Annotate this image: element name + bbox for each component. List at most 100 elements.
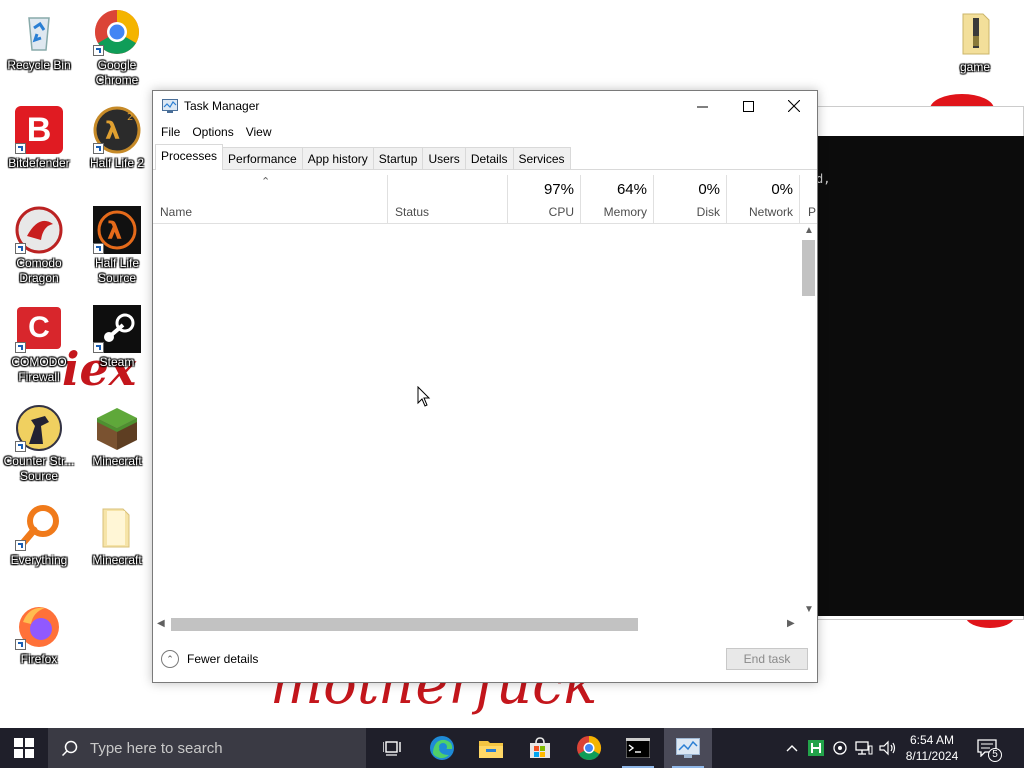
taskbar-file-explorer[interactable]	[467, 728, 515, 768]
column-cpu[interactable]: 97% CPU	[508, 175, 581, 223]
task-manager-icon	[676, 738, 700, 758]
start-button[interactable]	[0, 728, 48, 768]
desktop-icon-comodo-dragon[interactable]: Comodo Dragon	[0, 206, 78, 286]
taskbar-clock[interactable]: 6:54 AM 8/11/2024	[896, 728, 968, 768]
desktop-icon-minecraft-folder[interactable]: Minecraft	[78, 503, 156, 568]
task-manager-window[interactable]: Task Manager File Options View Processes…	[152, 90, 818, 683]
desktop-icon-label: Recycle Bin	[7, 58, 71, 72]
desktop-icon-half-life-source[interactable]: λ Half Life Source	[78, 206, 156, 286]
taskbar-search-box[interactable]: Type here to search	[48, 728, 366, 768]
counter-strike-icon	[15, 404, 63, 452]
column-name[interactable]: ⌃ Name	[153, 175, 388, 223]
horizontal-scroll-thumb[interactable]	[171, 618, 638, 631]
desktop-icon-label: Half Life 2	[89, 156, 145, 170]
desktop-icon-half-life-2[interactable]: λ2 Half Life 2	[78, 106, 156, 171]
tab-services[interactable]: Services	[512, 147, 571, 169]
shortcut-arrow-icon	[93, 342, 104, 353]
svg-text:λ: λ	[107, 217, 122, 245]
horizontal-scrollbar[interactable]: ◀ ▶	[153, 616, 801, 633]
comodo-firewall-icon: C	[15, 305, 63, 353]
firefox-icon	[15, 602, 63, 650]
fewer-details-button[interactable]: ⌃ Fewer details	[161, 650, 258, 668]
desktop-icon-steam[interactable]: Steam	[78, 305, 156, 370]
half-life-2-icon: λ2	[93, 106, 141, 154]
desktop-icon-game[interactable]: game	[936, 10, 1014, 75]
menu-options[interactable]: Options	[186, 125, 239, 139]
column-network[interactable]: 0% Network	[727, 175, 800, 223]
desktop-icon-label: Firefox	[20, 652, 58, 666]
background-console[interactable]: d,	[816, 136, 1024, 616]
disk-percent: 0%	[698, 181, 720, 198]
tray-app-shield[interactable]	[830, 728, 850, 768]
network-icon	[855, 741, 873, 755]
vertical-scroll-thumb[interactable]	[802, 240, 815, 296]
disk-label: Disk	[696, 205, 720, 219]
volume-icon	[879, 740, 896, 756]
taskbar-chrome[interactable]	[565, 728, 613, 768]
desktop-icon-firefox[interactable]: Firefox	[0, 602, 78, 667]
desktop-icon-comodo-firewall[interactable]: C COMODO Firewall	[0, 305, 78, 385]
desktop-icon-recycle-bin[interactable]: Recycle Bin	[0, 8, 78, 73]
memory-percent: 64%	[616, 181, 647, 198]
taskbar-command-prompt[interactable]	[614, 728, 662, 768]
menu-view[interactable]: View	[240, 125, 278, 139]
desktop-icon-label: Counter Str... Source	[3, 454, 75, 483]
tab-details[interactable]: Details	[464, 147, 514, 169]
tab-performance[interactable]: Performance	[222, 147, 303, 169]
desktop-icon-label: game	[959, 60, 991, 74]
desktop-icon-bitdefender[interactable]: B Bitdefender	[0, 106, 78, 171]
scroll-up-arrow-icon[interactable]: ▲	[804, 225, 814, 236]
column-memory[interactable]: 64% Memory	[581, 175, 654, 223]
vertical-scrollbar[interactable]: ▲ ▼	[801, 224, 817, 616]
scroll-down-arrow-icon[interactable]: ▼	[804, 604, 814, 615]
task-view-button[interactable]	[368, 728, 416, 768]
clock-time: 6:54 AM	[909, 733, 955, 747]
chrome-icon	[93, 8, 141, 56]
task-view-icon	[383, 741, 401, 756]
action-center-button[interactable]: 5	[972, 728, 1002, 768]
desktop-icon-google-chrome[interactable]: Google Chrome	[78, 8, 156, 88]
taskbar-task-manager[interactable]	[664, 728, 712, 768]
tab-strip: Processes Performance App history Startu…	[153, 143, 817, 170]
svg-text:2: 2	[127, 112, 133, 123]
column-disk[interactable]: 0% Disk	[654, 175, 727, 223]
shortcut-arrow-icon	[15, 243, 26, 254]
tab-app-history[interactable]: App history	[301, 147, 374, 169]
process-list[interactable]	[153, 224, 801, 616]
tray-network[interactable]	[854, 728, 874, 768]
desktop-icon-everything[interactable]: Everything	[0, 503, 78, 568]
scroll-right-arrow-icon[interactable]: ▶	[787, 618, 795, 629]
column-status[interactable]: Status	[388, 175, 508, 223]
desktop-icon-counter-strike-source[interactable]: Counter Str... Source	[0, 404, 78, 484]
maximize-button[interactable]	[725, 91, 771, 121]
scroll-left-arrow-icon[interactable]: ◀	[157, 618, 165, 629]
column-name-label: Name	[160, 205, 193, 219]
fewer-details-label: Fewer details	[187, 652, 259, 666]
end-task-button[interactable]: End task	[726, 648, 808, 670]
tray-volume[interactable]	[878, 728, 898, 768]
taskbar-edge[interactable]	[418, 728, 466, 768]
tray-app-h[interactable]	[806, 728, 826, 768]
network-label: Network	[748, 205, 793, 219]
menu-file[interactable]: File	[155, 125, 186, 139]
taskbar-store[interactable]	[516, 728, 564, 768]
minimize-button[interactable]	[679, 91, 725, 121]
search-icon	[62, 740, 78, 756]
tab-users[interactable]: Users	[422, 147, 466, 169]
desktop-icon-label: COMODO Firewall	[11, 355, 67, 384]
file-explorer-icon	[479, 741, 503, 758]
shortcut-arrow-icon	[15, 143, 26, 154]
desktop-icon-label: Everything	[10, 553, 68, 567]
desktop-icon-minecraft[interactable]: Minecraft	[78, 404, 156, 469]
green-h-app-icon	[808, 740, 824, 756]
footer-bar: ⌃ Fewer details End task	[153, 643, 817, 683]
clock-date: 8/11/2024	[905, 749, 959, 763]
column-status-label: Status	[395, 205, 430, 219]
title-bar[interactable]: Task Manager	[153, 91, 817, 121]
menu-bar: File Options View	[153, 121, 817, 143]
column-power-partial[interactable]: P	[800, 175, 817, 223]
tab-processes[interactable]: Processes	[155, 144, 224, 170]
show-hidden-icons-button[interactable]	[782, 728, 802, 768]
tab-startup[interactable]: Startup	[372, 147, 424, 169]
close-button[interactable]	[771, 91, 817, 121]
